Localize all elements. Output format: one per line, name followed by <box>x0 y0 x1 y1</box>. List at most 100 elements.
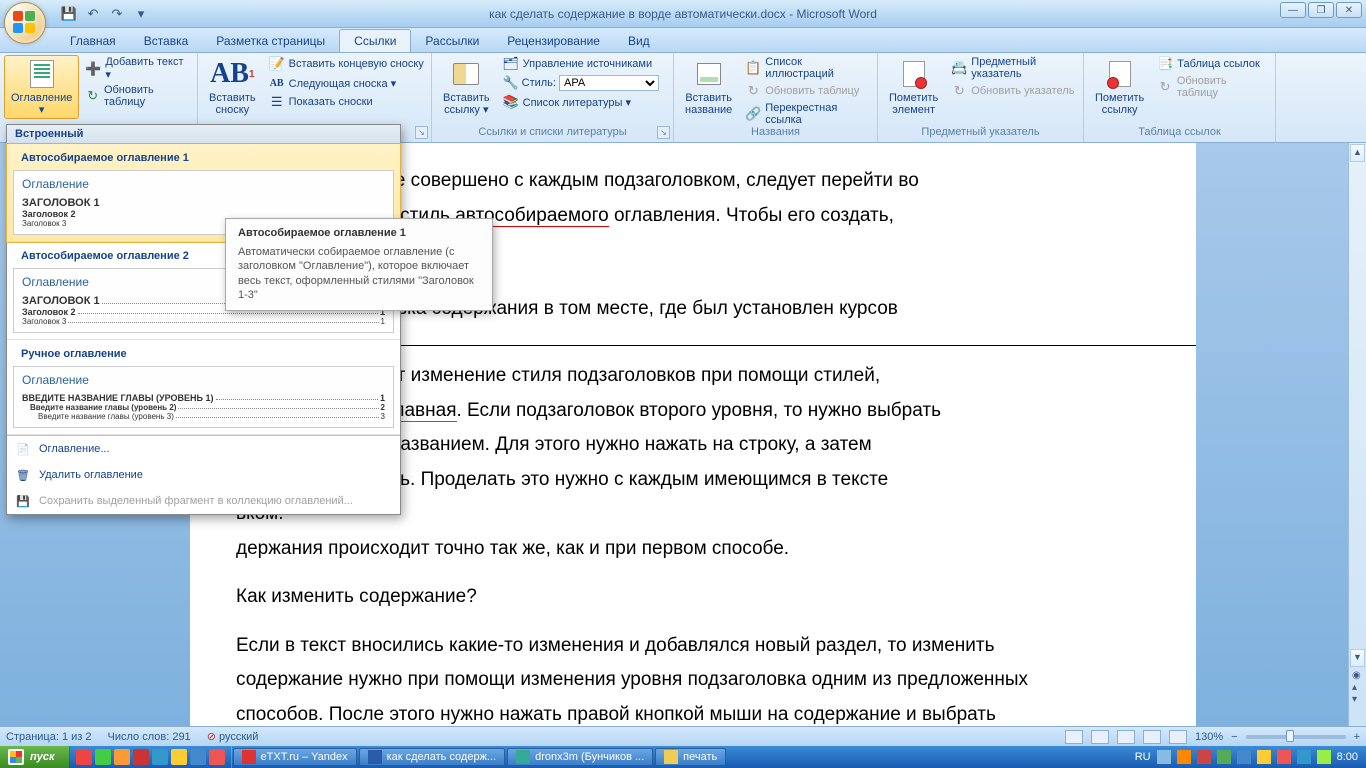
status-words[interactable]: Число слов: 291 <box>108 731 191 743</box>
citation-style-select[interactable]: APA <box>559 75 659 91</box>
toa-icon: 📑 <box>1157 56 1173 72</box>
scroll-up-icon[interactable]: ▲ <box>1350 144 1365 162</box>
view-print-layout[interactable] <box>1065 730 1083 744</box>
vertical-scrollbar[interactable]: ▲ ▼ ◉▴▾ <box>1348 143 1366 726</box>
tooltip: Автособираемое оглавление 1 Автоматическ… <box>225 218 493 311</box>
tab-layout[interactable]: Разметка страницы <box>202 30 339 52</box>
update-index-button[interactable]: ↻Обновить указатель <box>948 82 1079 100</box>
ql-icon-7[interactable] <box>190 749 206 765</box>
status-lang[interactable]: ⊘ русский <box>207 730 259 743</box>
tray-lang[interactable]: RU <box>1135 751 1151 763</box>
tab-home[interactable]: Главная <box>56 30 130 52</box>
gallery-cmd-remove[interactable]: 🗑Удалить оглавление <box>7 462 400 488</box>
ql-icon-4[interactable] <box>133 749 149 765</box>
window-buttons: ― ❐ ✕ <box>1280 2 1362 18</box>
update-toc-button[interactable]: ↻Обновить таблицу <box>82 83 193 109</box>
next-footnote-icon: AB <box>269 75 285 91</box>
view-outline[interactable] <box>1143 730 1161 744</box>
zoom-in-button[interactable]: + <box>1354 731 1360 743</box>
insert-citation-button[interactable]: Вставить ссылку ▾ <box>436 55 497 119</box>
taskbar-item-3[interactable]: dronx3m (Бунчиков ... <box>507 748 653 766</box>
table-of-figures-button[interactable]: 📋Список иллюстраций <box>742 55 873 81</box>
tray-clock[interactable]: 8:00 <box>1337 751 1358 763</box>
mark-citation-icon <box>1104 58 1136 90</box>
view-web[interactable] <box>1117 730 1135 744</box>
show-footnotes-button[interactable]: ☰Показать сноски <box>266 93 427 111</box>
taskbar-item-4[interactable]: печать <box>655 748 726 766</box>
tray-icon-4[interactable] <box>1217 750 1231 764</box>
qat-customize-icon[interactable]: ▾ <box>132 5 150 23</box>
tray-icon-2[interactable] <box>1177 750 1191 764</box>
office-button[interactable] <box>4 2 46 44</box>
gallery-manual[interactable]: Ручное оглавление Оглавление ВВЕДИТЕ НАЗ… <box>7 340 400 435</box>
view-draft[interactable] <box>1169 730 1187 744</box>
group-toa: Пометить ссылку 📑Таблица ссылок ↻Обновит… <box>1084 53 1276 142</box>
style-icon: 🔧 <box>503 75 519 91</box>
insert-index-button[interactable]: 📇Предметный указатель <box>948 55 1079 81</box>
toc-dialog-icon: 📄 <box>15 441 31 457</box>
remove-toc-icon: 🗑 <box>15 467 31 483</box>
zoom-out-button[interactable]: − <box>1231 731 1237 743</box>
windows-logo-icon <box>8 749 24 765</box>
ql-icon-8[interactable] <box>209 749 225 765</box>
tab-view[interactable]: Вид <box>614 30 664 52</box>
gallery-section-builtin: Встроенный <box>7 125 400 144</box>
cross-reference-button[interactable]: 🔗Перекрестная ссылка <box>742 101 873 127</box>
manage-sources-button[interactable]: 🗂Управление источниками <box>500 55 662 73</box>
zoom-slider[interactable] <box>1246 735 1346 739</box>
update-toa-button[interactable]: ↻Обновить таблицу <box>1154 74 1271 100</box>
index-icon: 📇 <box>951 60 967 76</box>
tab-references[interactable]: Ссылки <box>339 29 411 52</box>
undo-icon[interactable]: ↶ <box>84 5 102 23</box>
redo-icon[interactable]: ↷ <box>108 5 126 23</box>
close-button[interactable]: ✕ <box>1336 2 1362 18</box>
taskbar-item-1[interactable]: eTXT.ru – Yandex <box>233 748 357 766</box>
ql-icon-5[interactable] <box>152 749 168 765</box>
insert-caption-button[interactable]: Вставить название <box>678 55 739 119</box>
save-icon[interactable]: 💾 <box>60 5 78 23</box>
gallery-cmd-insert[interactable]: 📄Оглавление... <box>7 436 400 462</box>
tray-icon-3[interactable] <box>1197 750 1211 764</box>
browse-object-icon[interactable]: ◉▴▾ <box>1352 670 1361 706</box>
maximize-button[interactable]: ❐ <box>1308 2 1334 18</box>
ql-icon-2[interactable] <box>95 749 111 765</box>
window-title: как сделать содержание в ворде автоматич… <box>489 7 877 21</box>
ql-icon-1[interactable] <box>76 749 92 765</box>
start-button[interactable]: пуск <box>0 746 70 768</box>
toc-icon <box>26 58 58 90</box>
tray-icon-5[interactable] <box>1237 750 1251 764</box>
tab-review[interactable]: Рецензирование <box>493 30 614 52</box>
minimize-button[interactable]: ― <box>1280 2 1306 18</box>
footnotes-launcher[interactable]: ↘ <box>415 126 428 139</box>
insert-endnote-button[interactable]: 📝Вставить концевую сноску <box>266 55 427 73</box>
taskbar-item-2[interactable]: как сделать содерж... <box>359 748 506 766</box>
next-footnote-button[interactable]: ABСледующая сноска ▾ <box>266 74 427 92</box>
group-captions: Вставить название 📋Список иллюстраций ↻О… <box>674 53 878 142</box>
tab-insert[interactable]: Вставка <box>130 30 203 52</box>
system-tray: RU 8:00 <box>1127 750 1366 764</box>
add-text-button[interactable]: ➕Добавить текст ▾ <box>82 55 193 82</box>
mark-entry-icon <box>898 58 930 90</box>
tab-mailings[interactable]: Рассылки <box>411 30 493 52</box>
update-tof-button[interactable]: ↻Обновить таблицу <box>742 82 873 100</box>
tray-icon-9[interactable] <box>1317 750 1331 764</box>
insert-toa-button[interactable]: 📑Таблица ссылок <box>1154 55 1271 73</box>
tray-icon-6[interactable] <box>1257 750 1271 764</box>
toc-button[interactable]: Оглавление▾ <box>4 55 79 119</box>
status-page[interactable]: Страница: 1 из 2 <box>6 731 92 743</box>
add-text-icon: ➕ <box>85 61 101 77</box>
tray-icon-8[interactable] <box>1297 750 1311 764</box>
mark-citation-button[interactable]: Пометить ссылку <box>1088 55 1151 119</box>
bibliography-button[interactable]: 📚Список литературы ▾ <box>500 93 662 111</box>
mark-entry-button[interactable]: Пометить элемент <box>882 55 945 119</box>
caption-icon <box>693 58 725 90</box>
zoom-level[interactable]: 130% <box>1195 731 1223 743</box>
ql-icon-6[interactable] <box>171 749 187 765</box>
scroll-down-icon[interactable]: ▼ <box>1350 649 1365 667</box>
insert-footnote-button[interactable]: AB1 Вставить сноску <box>202 55 263 119</box>
tray-icon-1[interactable] <box>1157 750 1171 764</box>
ql-icon-3[interactable] <box>114 749 130 765</box>
citations-launcher[interactable]: ↘ <box>657 126 670 139</box>
view-full-screen[interactable] <box>1091 730 1109 744</box>
tray-icon-7[interactable] <box>1277 750 1291 764</box>
